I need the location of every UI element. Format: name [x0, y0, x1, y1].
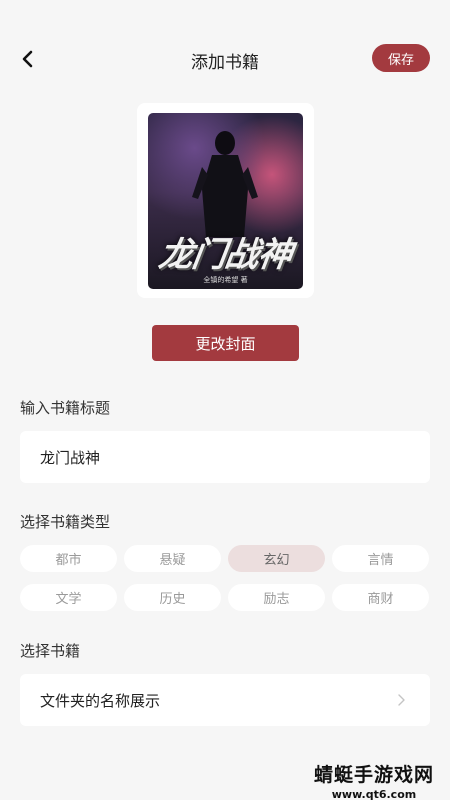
book-folder-select[interactable]: 文件夹的名称展示 — [20, 674, 430, 726]
book-select-label: 选择书籍 — [20, 642, 81, 660]
genre-chip-lishi[interactable]: 历史 — [124, 584, 221, 611]
genre-chip-xuanhuan[interactable]: 玄幻 — [228, 545, 325, 572]
genre-chip-group: 都市 悬疑 玄幻 言情 文学 历史 励志 商财 — [20, 545, 430, 611]
book-cover-image: 龙门战神 全镇的希望 著 — [148, 113, 303, 289]
book-title-input[interactable]: 龙门战神 — [20, 431, 430, 483]
cover-figure-art — [192, 131, 258, 237]
watermark-main-text: 蜻蜓手游戏网 — [313, 764, 434, 786]
chevron-right-icon — [398, 694, 405, 706]
top-bar: 添加书籍 保存 — [0, 38, 450, 80]
watermark-logo: 蜻蜓手游戏网 www.qt6.com — [314, 760, 434, 800]
genre-label: 选择书籍类型 — [20, 513, 111, 531]
change-cover-button[interactable]: 更改封面 — [152, 325, 299, 361]
watermark-url: www.qt6.com — [331, 788, 417, 800]
cover-author-art: 全镇的希望 著 — [203, 276, 248, 284]
genre-chip-lizhi[interactable]: 励志 — [228, 584, 325, 611]
genre-chip-dushi[interactable]: 都市 — [20, 545, 117, 572]
genre-chip-yanqing[interactable]: 言情 — [332, 545, 429, 572]
cover-title-art: 龙门战神 — [156, 235, 294, 275]
genre-chip-wenxue[interactable]: 文学 — [20, 584, 117, 611]
save-button[interactable]: 保存 — [372, 44, 430, 72]
genre-chip-shangcai[interactable]: 商财 — [332, 584, 429, 611]
cover-card: 龙门战神 全镇的希望 著 — [137, 103, 314, 298]
genre-chip-xuanyi[interactable]: 悬疑 — [124, 545, 221, 572]
book-folder-value: 文件夹的名称展示 — [40, 691, 161, 710]
title-label: 输入书籍标题 — [20, 399, 111, 417]
